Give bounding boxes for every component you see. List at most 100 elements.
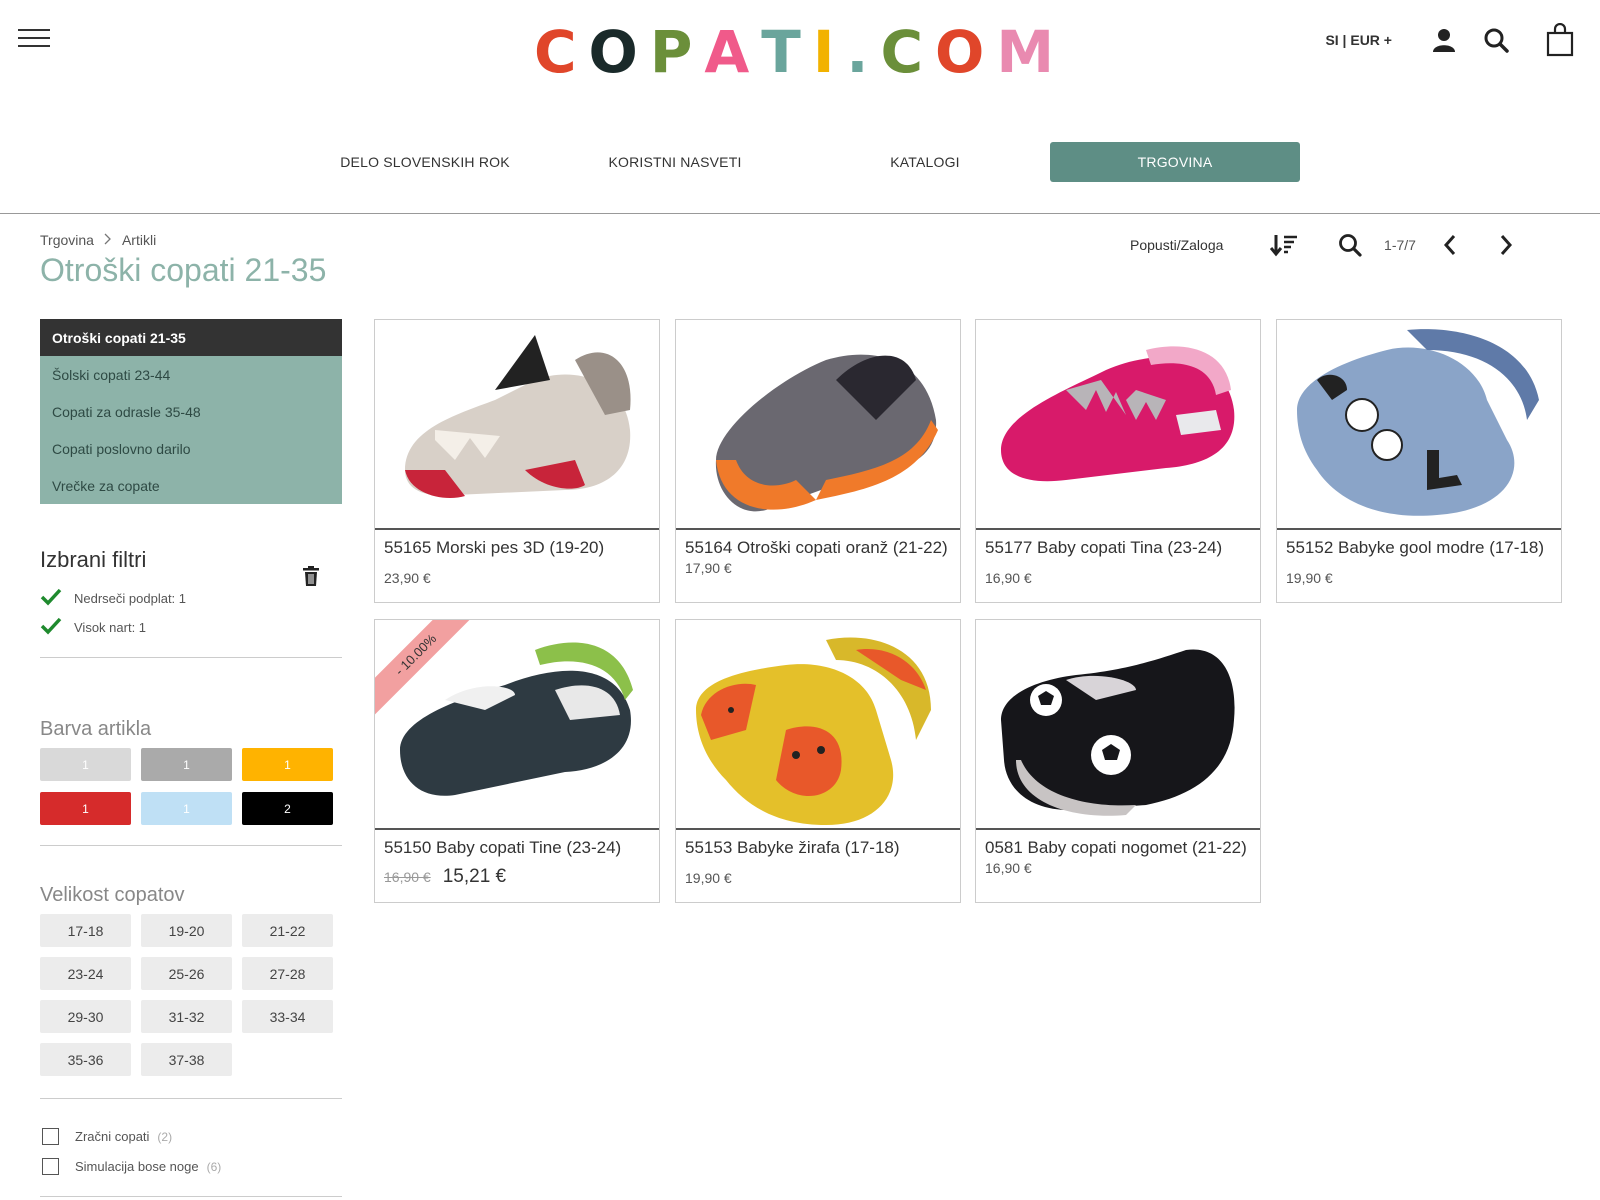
sort-label[interactable]: Popusti/Zaloga [1130, 237, 1260, 253]
selected-filters-title: Izbrani filtri [40, 547, 147, 572]
divider [40, 845, 342, 846]
category-list: Otroški copati 21-35 Šolski copati 23-44… [40, 319, 342, 504]
product-card[interactable]: - 10.00% 55150 Baby copati Tine (23-24) … [374, 619, 660, 903]
product-price: 16,90 € 15,21 € [375, 858, 659, 888]
color-swatch[interactable]: 1 [40, 748, 131, 781]
selected-filter-row[interactable]: Nedrseči podplat: 1 [40, 588, 186, 609]
divider [40, 1098, 342, 1099]
product-price: 19,90 € [685, 870, 732, 886]
header-divider [0, 213, 1600, 214]
product-card[interactable]: 55152 Babyke gool modre (17-18) 19,90 € [1276, 319, 1562, 603]
color-swatch[interactable]: 2 [242, 792, 333, 825]
product-card[interactable]: 55164 Otroški copati oranž (21-22) 17,90… [675, 319, 961, 603]
checkbox[interactable] [42, 1128, 59, 1145]
checkbox-filter-simulacija-bose-noge[interactable]: Simulacija bose noge (6) [42, 1158, 221, 1175]
product-price: 23,90 € [384, 570, 431, 586]
size-option[interactable]: 21-22 [242, 914, 333, 947]
selected-filter-label: Visok nart: 1 [74, 620, 147, 635]
breadcrumb-item-trgovina[interactable]: Trgovina [40, 232, 94, 248]
product-image [676, 320, 960, 530]
color-swatch[interactable]: 1 [242, 748, 333, 781]
chevron-right-icon[interactable] [1486, 228, 1526, 262]
nav-koristni-nasveti[interactable]: KORISTNI NASVETI [550, 142, 800, 182]
product-image [676, 620, 960, 830]
pagination-info: 1-7/7 [1384, 237, 1416, 253]
shopping-bag-icon[interactable] [1540, 20, 1580, 60]
logo-letter: C [533, 18, 589, 86]
size-option[interactable]: 35-36 [40, 1043, 131, 1076]
logo-letter: A [704, 18, 762, 86]
logo-letter: O [588, 18, 650, 86]
checkbox-label: Zračni copati [75, 1129, 150, 1144]
category-solski-copati[interactable]: Šolski copati 23-44 [40, 356, 342, 393]
logo-letter: I [812, 18, 847, 86]
trash-icon[interactable] [302, 566, 320, 586]
product-card[interactable]: 0581 Baby copati nogomet (21-22) 16,90 € [975, 619, 1261, 903]
size-option[interactable]: 33-34 [242, 1000, 333, 1033]
sort-icon[interactable] [1264, 228, 1304, 262]
size-option[interactable]: 31-32 [141, 1000, 232, 1033]
color-swatch[interactable]: 1 [141, 792, 232, 825]
size-option[interactable]: 17-18 [40, 914, 131, 947]
page-title: Otroški copati 21-35 [40, 252, 327, 288]
color-swatch[interactable]: 1 [40, 792, 131, 825]
logo-letter: C [880, 18, 936, 86]
product-name[interactable]: 55165 Morski pes 3D (19-20) [375, 530, 659, 558]
menu-icon[interactable] [18, 29, 50, 49]
logo-letter: . [846, 18, 881, 86]
site-logo[interactable]: COPATI.COM [534, 18, 1054, 86]
color-swatch[interactable]: 1 [141, 748, 232, 781]
product-image [375, 320, 659, 530]
category-vrecke-za-copate[interactable]: Vrečke za copate [40, 467, 342, 504]
product-name[interactable]: 55152 Babyke gool modre (17-18) [1277, 530, 1561, 558]
product-price: 16,90 € [985, 860, 1032, 876]
checkbox-filter-zracni-copati[interactable]: Zračni copati (2) [42, 1128, 172, 1145]
user-icon[interactable] [1424, 20, 1464, 60]
size-option[interactable]: 23-24 [40, 957, 131, 990]
chevron-left-icon[interactable] [1430, 228, 1470, 262]
new-price: 15,21 € [442, 866, 507, 887]
color-swatches: 111112 [40, 748, 333, 825]
product-name[interactable]: 55150 Baby copati Tine (23-24) [375, 830, 659, 858]
selected-filter-row[interactable]: Visok nart: 1 [40, 617, 146, 638]
product-image [1277, 320, 1561, 530]
product-name[interactable]: 55164 Otroški copati oranž (21-22) [676, 530, 960, 558]
search-icon[interactable] [1476, 20, 1516, 60]
logo-letter: T [761, 18, 813, 86]
main-nav: DELO SLOVENSKIH ROK KORISTNI NASVETI KAT… [300, 142, 1300, 182]
nav-delo-slovenskih-rok[interactable]: DELO SLOVENSKIH ROK [300, 142, 550, 182]
checkbox-count: (6) [206, 1159, 222, 1174]
nav-trgovina[interactable]: TRGOVINA [1050, 142, 1300, 182]
listing-toolbar: Popusti/Zaloga 1-7/7 [1130, 228, 1526, 262]
size-option[interactable]: 19-20 [141, 914, 232, 947]
breadcrumb-item-artikli[interactable]: Artikli [122, 232, 156, 248]
product-image: - 10.00% [375, 620, 659, 830]
check-icon [40, 617, 62, 638]
product-image [976, 320, 1260, 530]
product-card[interactable]: 55165 Morski pes 3D (19-20) 23,90 € [374, 319, 660, 603]
product-card[interactable]: 55153 Babyke žirafa (17-18) 19,90 € [675, 619, 961, 903]
product-name[interactable]: 55177 Baby copati Tina (23-24) [976, 530, 1260, 558]
nav-katalogi[interactable]: KATALOGI [800, 142, 1050, 182]
size-option[interactable]: 37-38 [141, 1043, 232, 1076]
category-copati-za-odrasle[interactable]: Copati za odrasle 35-48 [40, 393, 342, 430]
selected-filter-label: Nedrseči podplat: 1 [74, 591, 187, 606]
product-card[interactable]: 55177 Baby copati Tina (23-24) 16,90 € [975, 319, 1261, 603]
size-option[interactable]: 27-28 [242, 957, 333, 990]
logo-letter: M [996, 18, 1067, 86]
checkbox-count: (2) [157, 1129, 173, 1144]
search-icon[interactable] [1330, 228, 1370, 262]
checkbox[interactable] [42, 1158, 59, 1175]
category-copati-poslovno-darilo[interactable]: Copati poslovno darilo [40, 430, 342, 467]
breadcrumb: Trgovina Artikli [40, 232, 156, 248]
product-image [976, 620, 1260, 830]
size-option[interactable]: 29-30 [40, 1000, 131, 1033]
size-option[interactable]: 25-26 [141, 957, 232, 990]
language-currency-selector[interactable]: SI | EUR + [1325, 32, 1392, 48]
category-otroski-copati[interactable]: Otroški copati 21-35 [40, 319, 342, 356]
product-name[interactable]: 55153 Babyke žirafa (17-18) [676, 830, 960, 858]
size-filter-title: Velikost copatov [40, 884, 185, 906]
check-icon [40, 588, 62, 609]
product-name[interactable]: 0581 Baby copati nogomet (21-22) [976, 830, 1260, 858]
size-options: 17-18 19-20 21-22 23-24 25-26 27-28 29-30 31-32… [40, 914, 333, 1076]
